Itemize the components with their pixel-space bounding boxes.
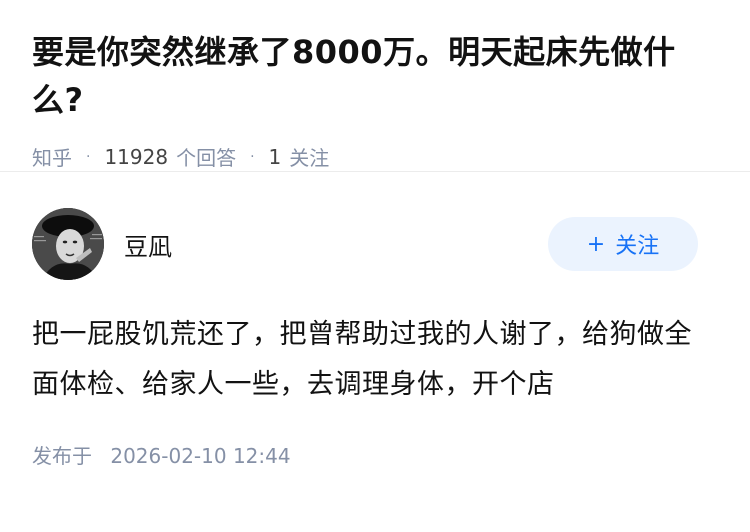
meta-separator: · — [250, 148, 255, 165]
answer-content[interactable]: 把一屁股饥荒还了，把曾帮助过我的人谢了，给狗做全面体检、给家人一些，去调理身体，… — [32, 310, 718, 410]
published-label: 发布于 — [32, 444, 92, 468]
answer-timestamp: 发布于 2026-02-10 12:44 — [32, 440, 718, 469]
plus-icon: + — [586, 231, 606, 257]
answer-count: 11928 — [104, 144, 169, 169]
follower-count-unit[interactable]: 关注 — [289, 142, 329, 171]
avatar-image — [32, 208, 104, 280]
answer-card: 豆凪 + 关注 把一屁股饥荒还了，把曾帮助过我的人谢了，给狗做全面体检、给家人一… — [0, 172, 750, 469]
follow-button[interactable]: + 关注 — [548, 217, 698, 271]
meta-separator: · — [86, 148, 91, 165]
author-row: 豆凪 + 关注 — [32, 208, 718, 280]
avatar[interactable] — [32, 208, 104, 280]
question-title[interactable]: 要是你突然继承了8000万。明天起床先做什么? — [32, 28, 718, 124]
author-info[interactable]: 豆凪 — [32, 208, 172, 280]
question-header: 要是你突然继承了8000万。明天起床先做什么? 知乎 · 11928 个回答 ·… — [0, 0, 750, 172]
source-label[interactable]: 知乎 — [32, 142, 72, 171]
follower-count: 1 — [268, 144, 282, 169]
follow-button-label: 关注 — [615, 234, 660, 259]
question-meta: 知乎 · 11928 个回答 · 1 关注 — [32, 142, 718, 171]
answer-count-unit[interactable]: 个回答 — [176, 142, 236, 171]
author-name[interactable]: 豆凪 — [124, 227, 172, 262]
published-time: 2026-02-10 12:44 — [110, 444, 291, 468]
